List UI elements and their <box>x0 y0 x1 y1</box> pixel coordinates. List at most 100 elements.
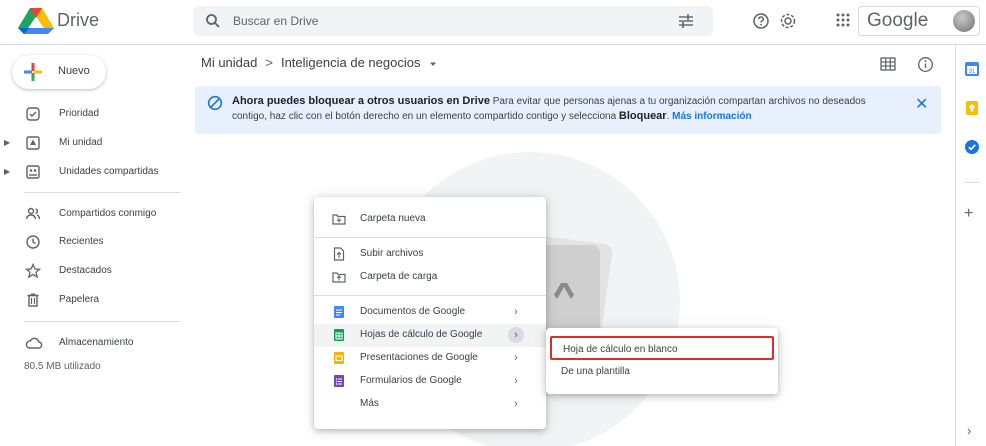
block-users-banner: Ahora puedes bloquear a otros usuarios e… <box>195 86 941 134</box>
drive-logo-icon[interactable] <box>18 8 54 34</box>
search-options-icon[interactable] <box>678 14 694 28</box>
menu-item-label: Presentaciones de Google <box>360 352 478 363</box>
menu-item-label: Subir archivos <box>360 248 424 259</box>
keep-icon[interactable] <box>964 100 980 116</box>
my-drive-icon <box>26 136 40 150</box>
sidebar-item-label: Destacados <box>59 265 112 276</box>
tasks-icon[interactable] <box>964 139 980 155</box>
sidebar-item-shared-with-me[interactable]: Compartidos conmigo <box>0 203 185 225</box>
menu-divider <box>314 295 546 296</box>
breadcrumb-root[interactable]: Mi unidad <box>201 55 257 70</box>
shared-drives-icon <box>26 165 40 179</box>
folder-upload-icon <box>332 272 346 283</box>
menu-item-upload-folder[interactable]: Carpeta de carga <box>314 266 546 289</box>
menu-item-google-sheets[interactable]: Hojas de cálculo de Google › <box>314 324 546 347</box>
clock-icon <box>26 235 40 249</box>
banner-title: Ahora puedes bloquear a otros usuarios e… <box>232 95 490 107</box>
help-icon[interactable] <box>752 12 770 30</box>
sidebar-item-trash[interactable]: Papelera <box>0 289 185 311</box>
sidebar-item-storage[interactable]: Almacenamiento <box>0 332 185 354</box>
new-context-menu: Carpeta nueva Subir archivos Carpeta de … <box>314 197 546 429</box>
new-button[interactable]: Nuevo <box>12 55 106 89</box>
chevron-right-icon[interactable]: › <box>508 396 524 412</box>
menu-item-more[interactable]: Más › <box>314 393 546 416</box>
submenu-item-label: Hoja de cálculo en blanco <box>563 344 678 355</box>
chevron-right-icon[interactable]: › <box>508 350 524 366</box>
search-icon[interactable] <box>205 13 221 29</box>
sidebar-item-priority[interactable]: Prioridad <box>0 103 185 125</box>
plus-icon <box>24 63 42 81</box>
google-logo-text: Google <box>867 10 929 31</box>
sidebar-divider <box>24 192 181 193</box>
caret-down-icon[interactable] <box>428 59 438 69</box>
sidebar-item-label: Recientes <box>59 236 104 247</box>
chevron-right-icon[interactable]: › <box>508 373 524 389</box>
search-input[interactable] <box>233 10 633 32</box>
google-slides-icon <box>334 352 344 364</box>
info-icon[interactable] <box>917 56 934 73</box>
storage-used-text: 80.5 MB utilizado <box>24 361 101 372</box>
sidebar-item-label: Almacenamiento <box>59 337 134 348</box>
menu-item-label: Carpeta de carga <box>360 271 438 282</box>
grid-view-icon[interactable] <box>880 57 896 71</box>
rail-divider <box>964 182 980 183</box>
sidebar-item-label: Mi unidad <box>59 137 103 148</box>
breadcrumb-current[interactable]: Inteligencia de negocios <box>281 55 421 70</box>
sidebar-item-label: Prioridad <box>59 108 100 119</box>
new-button-label: Nuevo <box>58 65 90 77</box>
menu-item-google-docs[interactable]: Documentos de Google › <box>314 301 546 324</box>
expand-arrow-icon[interactable]: ▶ <box>4 138 10 147</box>
banner-text: Ahora puedes bloquear a otros usuarios e… <box>232 94 892 124</box>
submenu-item-blank-spreadsheet[interactable]: Hoja de cálculo en blanco <box>550 336 774 360</box>
chevron-right-icon[interactable]: › <box>508 304 524 320</box>
side-panel-rail: 31 + › <box>955 45 986 446</box>
drive-illustration-icon <box>554 283 574 299</box>
breadcrumb-separator: > <box>265 55 273 70</box>
cloud-icon <box>25 337 43 349</box>
trash-icon <box>27 293 39 307</box>
google-sheets-icon <box>334 329 344 341</box>
google-docs-icon <box>334 306 344 318</box>
menu-item-new-folder[interactable]: Carpeta nueva <box>314 208 546 231</box>
avatar[interactable] <box>953 10 975 32</box>
chevron-right-icon[interactable]: › <box>967 423 971 438</box>
sidebar-item-starred[interactable]: Destacados <box>0 260 185 282</box>
menu-item-label: Documentos de Google <box>360 306 466 317</box>
sidebar-item-shared-drives[interactable]: ▶ Unidades compartidas <box>0 161 185 183</box>
sidebar-divider <box>24 321 181 322</box>
banner-bold: Bloquear <box>618 110 667 122</box>
menu-divider <box>314 237 546 238</box>
file-upload-icon <box>333 247 345 261</box>
submenu-item-from-template[interactable]: De una plantilla <box>550 360 774 384</box>
menu-item-upload-files[interactable]: Subir archivos <box>314 243 546 266</box>
sheets-submenu: Hoja de cálculo en blanco De una plantil… <box>546 328 778 394</box>
sidebar-item-my-drive[interactable]: ▶ Mi unidad <box>0 132 185 154</box>
app-title: Drive <box>57 10 100 30</box>
sidebar-item-recent[interactable]: Recientes <box>0 231 185 253</box>
menu-item-label: Hojas de cálculo de Google <box>360 329 483 340</box>
calendar-icon[interactable]: 31 <box>964 61 980 77</box>
menu-item-label: Más <box>360 398 379 409</box>
search-box[interactable] <box>193 6 713 36</box>
menu-item-google-forms[interactable]: Formularios de Google › <box>314 370 546 393</box>
menu-item-google-slides[interactable]: Presentaciones de Google › <box>314 347 546 370</box>
settings-icon[interactable] <box>778 11 798 31</box>
learn-more-link[interactable]: Más información <box>672 111 751 122</box>
star-icon <box>25 263 41 279</box>
block-icon <box>207 95 223 111</box>
expand-arrow-icon[interactable]: ▶ <box>4 167 10 176</box>
svg-text:31: 31 <box>969 69 976 75</box>
google-forms-icon <box>334 375 344 387</box>
menu-item-label: Formularios de Google <box>360 375 462 386</box>
new-folder-icon <box>332 214 346 225</box>
sidebar-item-label: Unidades compartidas <box>59 166 159 177</box>
add-addon-icon[interactable]: + <box>964 205 973 223</box>
apps-grid-icon[interactable] <box>835 12 851 28</box>
sidebar-item-label: Compartidos conmigo <box>59 208 157 219</box>
chevron-right-icon[interactable]: › <box>508 327 524 343</box>
priority-icon <box>26 107 40 121</box>
close-banner-button[interactable]: ✕ <box>915 94 928 114</box>
menu-item-label: Carpeta nueva <box>360 213 426 224</box>
sidebar-item-label: Papelera <box>59 294 100 305</box>
account-switcher[interactable]: Google <box>858 6 980 36</box>
